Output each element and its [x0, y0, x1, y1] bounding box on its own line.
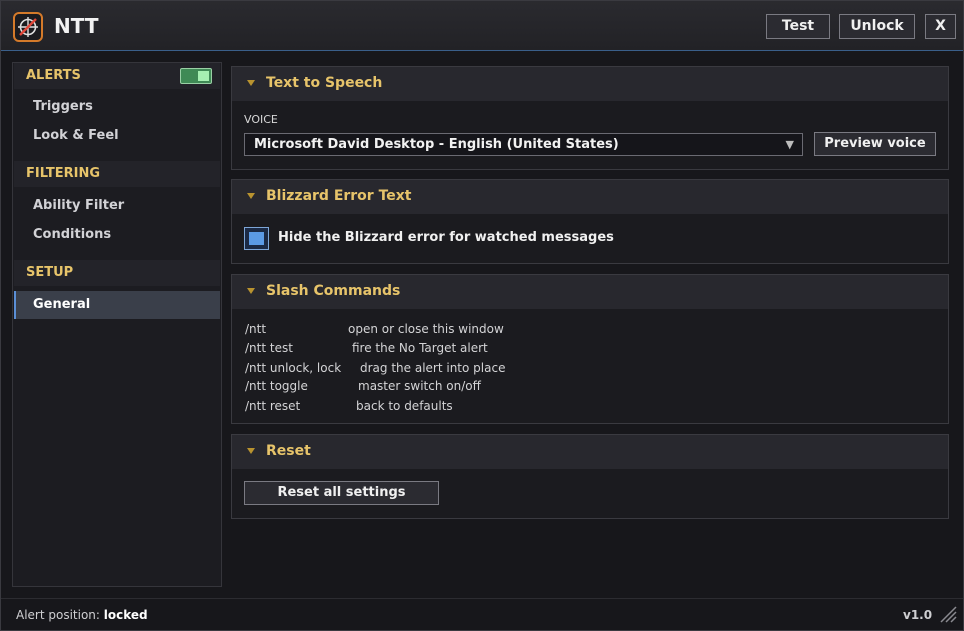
- sidebar-item-general[interactable]: General: [14, 291, 220, 319]
- command-name: /ntt reset: [245, 399, 301, 413]
- resize-grip-icon[interactable]: [939, 605, 957, 623]
- command-name: /ntt: [245, 322, 267, 336]
- sidebar-item-look-and-feel[interactable]: Look & Feel: [14, 122, 220, 150]
- command-name: /ntt toggle: [245, 379, 308, 393]
- panel-header-slash[interactable]: Slash Commands: [232, 275, 948, 309]
- no-target-crosshair-icon: [13, 12, 43, 42]
- titlebar[interactable]: NTT Test Unlock X: [1, 1, 963, 51]
- test-button[interactable]: Test: [766, 14, 830, 39]
- panel-title-slash: Slash Commands: [266, 283, 401, 299]
- panel-header-tts[interactable]: Text to Speech: [232, 67, 948, 101]
- voice-select-value: Microsoft David Desktop - English (Unite…: [254, 137, 619, 152]
- alert-position-value: locked: [103, 608, 148, 622]
- command-description: open or close this window: [348, 322, 504, 336]
- alert-position-label: Alert position:: [16, 608, 100, 622]
- caret-down-icon: [247, 80, 255, 86]
- caret-down-icon: [247, 288, 255, 294]
- panel-slash-commands: Slash Commands /ntt open or close this w…: [231, 274, 949, 424]
- sidebar-header-setup: SETUP: [14, 260, 220, 286]
- version-label: v1.0: [903, 608, 933, 622]
- sidebar-item-conditions[interactable]: Conditions: [14, 221, 220, 249]
- sidebar-header-label: ALERTS: [26, 68, 81, 83]
- voice-label: VOICE: [244, 113, 278, 126]
- panel-title-reset: Reset: [266, 443, 311, 459]
- panel-reset: Reset Reset all settings: [231, 434, 949, 519]
- sidebar-header-alerts: ALERTS: [14, 63, 220, 89]
- command-description: fire the No Target alert: [352, 341, 488, 355]
- hide-blizzard-error-label[interactable]: Hide the Blizzard error for watched mess…: [278, 230, 614, 245]
- alert-position-status: Alert position: locked: [16, 608, 148, 622]
- panel-blizzard-error: Blizzard Error Text Hide the Blizzard er…: [231, 179, 949, 264]
- panel-title-blizzard: Blizzard Error Text: [266, 188, 412, 204]
- sidebar-item-triggers[interactable]: Triggers: [14, 93, 220, 121]
- caret-down-icon: [247, 448, 255, 454]
- toggle-knob: [198, 71, 209, 81]
- voice-select[interactable]: Microsoft David Desktop - English (Unite…: [244, 133, 803, 156]
- command-description: drag the alert into place: [360, 361, 506, 375]
- panel-header-reset[interactable]: Reset: [232, 435, 948, 469]
- status-bar: Alert position: locked v1.0: [1, 598, 963, 630]
- unlock-button[interactable]: Unlock: [839, 14, 915, 39]
- sidebar-header-filtering: FILTERING: [14, 161, 220, 187]
- reset-all-settings-button[interactable]: Reset all settings: [244, 481, 439, 505]
- app-title: NTT: [54, 14, 99, 38]
- panel-header-blizzard[interactable]: Blizzard Error Text: [232, 180, 948, 214]
- checkbox-check-fill: [249, 232, 264, 245]
- hide-blizzard-error-checkbox[interactable]: [244, 227, 269, 250]
- sidebar: ALERTS Triggers Look & Feel FILTERING Ab…: [12, 62, 222, 587]
- command-name: /ntt unlock, lock: [245, 361, 342, 375]
- sidebar-item-ability-filter[interactable]: Ability Filter: [14, 192, 220, 220]
- ntt-window: NTT Test Unlock X ALERTS Triggers Look &…: [0, 0, 964, 631]
- dropdown-arrow-icon: ▼: [785, 138, 794, 151]
- panel-title-tts: Text to Speech: [266, 75, 383, 91]
- close-button[interactable]: X: [925, 14, 956, 39]
- caret-down-icon: [247, 193, 255, 199]
- alerts-toggle[interactable]: [180, 68, 212, 84]
- command-description: master switch on/off: [358, 379, 481, 393]
- command-name: /ntt test: [245, 341, 293, 355]
- panel-text-to-speech: Text to Speech VOICE Microsoft David Des…: [231, 66, 949, 170]
- command-description: back to defaults: [356, 399, 453, 413]
- preview-voice-button[interactable]: Preview voice: [814, 132, 936, 156]
